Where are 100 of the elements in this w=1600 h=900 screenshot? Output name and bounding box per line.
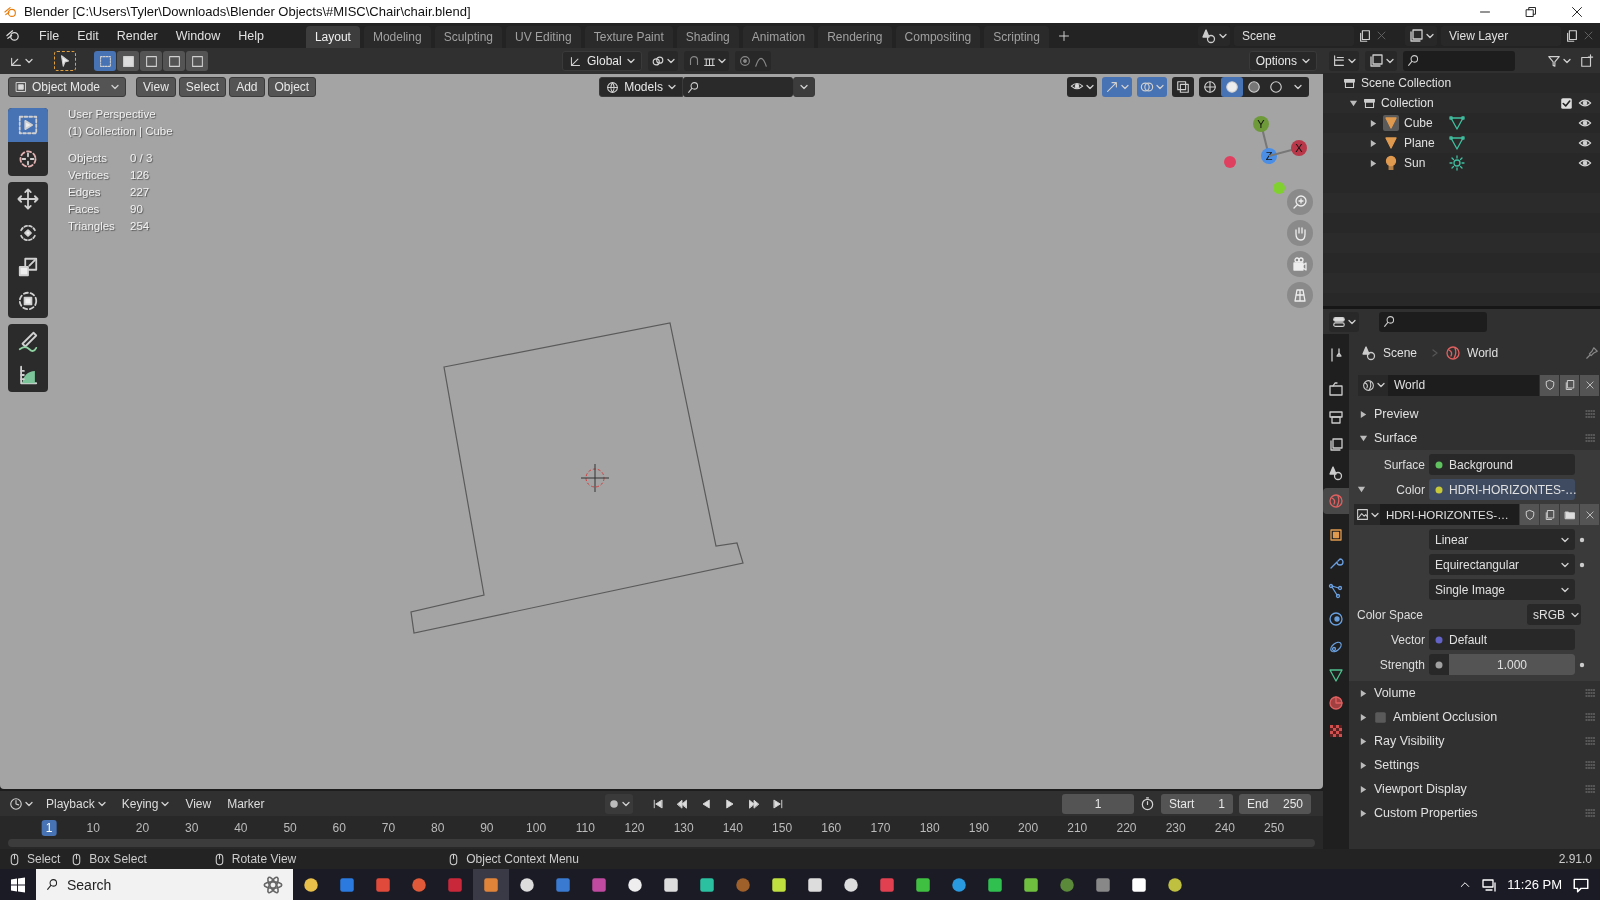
workspace-tab[interactable]: Texture Paint <box>584 26 673 48</box>
frame-number: 130 <box>672 820 695 836</box>
dropdown[interactable]: Linear <box>1429 529 1575 550</box>
mode-dropdown[interactable]: Object Mode <box>8 77 126 97</box>
frame-number: 90 <box>479 820 495 836</box>
frame-number: 200 <box>1017 820 1040 836</box>
property-label: Surface <box>1383 457 1425 472</box>
panel-header[interactable]: Volume <box>1374 686 1416 700</box>
timeline-menu[interactable]: Keying <box>115 794 176 813</box>
active-object-label: (1) Collection | Cube <box>68 125 173 137</box>
frame-number: 50 <box>282 820 298 836</box>
taskbar-search-field[interactable]: Search <box>36 869 293 900</box>
scene-field[interactable]: Scene <box>1234 25 1354 46</box>
viewport-menu-button[interactable]: View <box>136 77 176 97</box>
workspace-tab[interactable]: Rendering <box>818 26 892 48</box>
panel-header[interactable]: Custom Properties <box>1374 806 1478 820</box>
frame-number: 180 <box>918 820 941 836</box>
panel-header[interactable]: Surface <box>1374 431 1418 445</box>
version-label: 2.91.0 <box>1558 852 1592 866</box>
workspace-tab[interactable]: Scripting <box>984 26 1049 48</box>
dropdown[interactable]: Equirectangular <box>1429 554 1575 575</box>
viewport-menu-button[interactable]: Select <box>178 77 227 97</box>
socket-field[interactable]: HDRI-HORIZONTES-… <box>1429 479 1575 500</box>
stat-label: Faces <box>68 203 101 215</box>
frame-number: 250 <box>1263 820 1286 836</box>
window-title: Blender [C:\Users\Tyler\Downloads\Blender Objects\#MISC\Chair\chair.blend] <box>24 4 471 19</box>
socket-field[interactable]: Default <box>1429 629 1575 650</box>
frame-number: 40 <box>233 820 249 836</box>
frame-number: 190 <box>967 820 990 836</box>
view-name: User Perspective <box>68 108 157 120</box>
panel-header[interactable]: Settings <box>1374 758 1420 772</box>
image-name-field[interactable]: HDRI-HORIZONTES-… <box>1380 504 1519 525</box>
outliner-item[interactable]: Plane <box>1404 136 1444 150</box>
workspace-tab[interactable]: UV Editing <box>506 26 581 48</box>
outliner-item[interactable]: Sun <box>1404 156 1444 170</box>
workspace-tab[interactable]: Compositing <box>895 26 981 48</box>
outliner-item[interactable]: Cube <box>1404 116 1444 130</box>
status-hint: Select <box>27 852 61 866</box>
workspace-tab[interactable]: Sculpting <box>434 26 502 48</box>
outliner-item[interactable]: Collection <box>1381 96 1434 110</box>
outliner-item[interactable]: Scene Collection <box>1361 76 1452 90</box>
clock-time[interactable]: 11:26 PM <box>1507 877 1562 892</box>
workspace-tab[interactable]: Layout <box>305 26 360 48</box>
frame-number: 80 <box>430 820 446 836</box>
status-hint: Object Context Menu <box>466 852 579 866</box>
stat-label: Edges <box>68 186 102 198</box>
stat-label: Triangles <box>68 220 116 232</box>
view-layer-field[interactable]: View Layer <box>1441 25 1561 46</box>
dropdown[interactable]: sRGB <box>1527 604 1581 625</box>
stat-value: 0 / 3 <box>130 152 154 164</box>
options-dropdown[interactable]: Options <box>1248 51 1317 71</box>
frame-number: 110 <box>574 820 596 836</box>
world-name-field[interactable]: World <box>1388 374 1539 396</box>
panel-header[interactable]: Viewport Display <box>1374 782 1467 796</box>
frame-number: 160 <box>820 820 843 836</box>
timeline-menu[interactable]: View <box>179 794 218 813</box>
breadcrumb-item: World <box>1467 346 1499 360</box>
socket-field[interactable]: Background <box>1429 454 1575 475</box>
frame-number: 240 <box>1213 820 1236 836</box>
number-field[interactable]: 1.000 <box>1449 654 1575 675</box>
frame-number: 220 <box>1115 820 1138 836</box>
status-hint: Box Select <box>89 852 147 866</box>
frame-number: 210 <box>1066 820 1089 836</box>
menu-item[interactable]: Help <box>230 25 272 46</box>
frame-number: 170 <box>869 820 892 836</box>
stat-value: 90 <box>130 203 144 215</box>
status-hint: Rotate View <box>231 852 297 866</box>
frame-number: 230 <box>1164 820 1187 836</box>
frame-number: 20 <box>134 820 151 836</box>
current-frame-field[interactable]: 1 <box>1062 793 1134 814</box>
panel-header[interactable]: Preview <box>1374 407 1419 421</box>
stat-value: 126 <box>130 169 151 181</box>
frame-number: 100 <box>525 820 548 836</box>
timeline-menu[interactable]: Marker <box>221 794 271 813</box>
property-label: Color Space <box>1357 607 1424 622</box>
end-frame-field[interactable]: End 250 <box>1239 793 1311 814</box>
frame-number: 150 <box>771 820 794 836</box>
viewport-menu-button[interactable]: Add <box>229 77 265 97</box>
dropdown[interactable]: Single Image <box>1429 579 1575 600</box>
workspace-tab[interactable]: Shading <box>676 26 739 48</box>
workspace-tab[interactable]: Animation <box>742 26 815 48</box>
menu-item[interactable]: Render <box>108 25 166 46</box>
menu-item[interactable]: Edit <box>69 25 107 46</box>
timeline-menu[interactable]: Playback <box>40 794 112 813</box>
start-frame-field[interactable]: Start 1 <box>1161 793 1233 814</box>
menu-item[interactable]: Window <box>167 25 229 46</box>
panel-header[interactable]: Ray Visibility <box>1374 734 1445 748</box>
stat-label: Objects <box>68 152 108 164</box>
orientation-dropdown[interactable]: Global <box>562 51 642 71</box>
frame-number: 60 <box>331 820 347 836</box>
workspace-tab[interactable]: Modeling <box>363 26 431 48</box>
menu-item[interactable]: File <box>31 25 68 46</box>
collection-dropdown[interactable]: Models <box>599 77 684 97</box>
breadcrumb-item: Scene <box>1383 346 1418 360</box>
viewport-menu-button[interactable]: Object <box>267 77 317 97</box>
panel-header[interactable]: Ambient Occlusion <box>1393 710 1498 724</box>
frame-number: 120 <box>623 820 646 836</box>
stat-value: 227 <box>130 186 151 198</box>
property-label: Vector <box>1390 632 1425 647</box>
frame-number: 140 <box>721 820 744 836</box>
